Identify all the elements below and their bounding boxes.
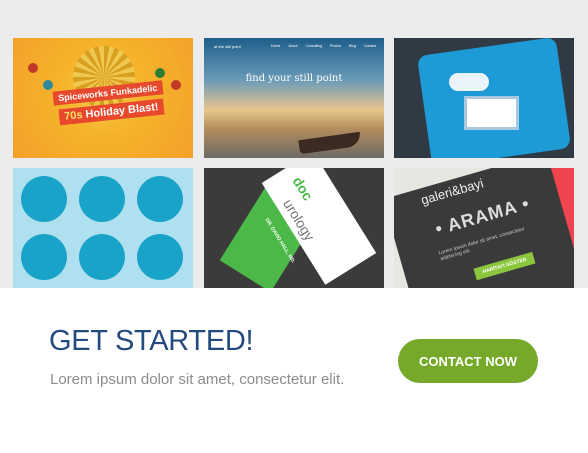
ornament-icon <box>43 80 53 90</box>
portfolio-tile-urologydoc[interactable]: urology doc DR. DAVID HALL, MD. <box>204 168 384 288</box>
tile-menu-item: Blog <box>348 44 356 48</box>
atom-icon <box>79 234 125 280</box>
apple-icon <box>21 234 67 280</box>
tile-menu: Home About Consulting Photos Blog Contac… <box>271 44 376 48</box>
tile-menu-item: Contact <box>363 44 376 48</box>
portfolio-tile-still-point[interactable]: at the still point Home About Consulting… <box>204 38 384 158</box>
cta-title: GET STARTED! <box>49 325 254 357</box>
tile-menu-item: About <box>288 44 298 48</box>
ornament-icon <box>155 68 165 78</box>
portfolio-tile-cloud-app[interactable] <box>394 38 574 158</box>
ornament-icon <box>28 63 38 73</box>
tile-brand: at the still point <box>214 44 241 49</box>
books-icon <box>137 234 183 280</box>
lightbulb-icon <box>137 176 183 222</box>
portfolio-gallery: Spiceworks Funkadelic 70s Holiday Blast!… <box>0 0 588 288</box>
portfolio-tile-galeri-bayi[interactable]: galeri&bayi • ARAMA • Lorem ipsum dolor … <box>394 168 574 288</box>
contact-now-button[interactable]: CONTACT NOW <box>398 339 538 383</box>
ornament-icon <box>171 80 181 90</box>
portfolio-tile-holiday-blast[interactable]: Spiceworks Funkadelic 70s Holiday Blast! <box>13 38 193 158</box>
boat-image <box>298 131 362 155</box>
tile-menu-item: Photos <box>330 44 341 48</box>
cta-subtitle: Lorem ipsum dolor sit amet, consectetur … <box>50 371 345 388</box>
cloud-icon <box>449 73 489 91</box>
microscope-icon <box>79 176 125 222</box>
tile-caption-70s: 70s <box>63 109 84 123</box>
tile-headline: find your still point <box>245 73 343 84</box>
tile-menu-item: Consulting <box>305 44 323 48</box>
get-started-section: GET STARTED! Lorem ipsum dolor sit amet,… <box>0 288 588 453</box>
devices-icon <box>464 96 519 130</box>
card-logo: urology doc <box>280 174 318 244</box>
flask-icon <box>21 176 67 222</box>
portfolio-tile-science-icons[interactable] <box>13 168 193 288</box>
tile-menu-item: Home <box>270 44 281 48</box>
